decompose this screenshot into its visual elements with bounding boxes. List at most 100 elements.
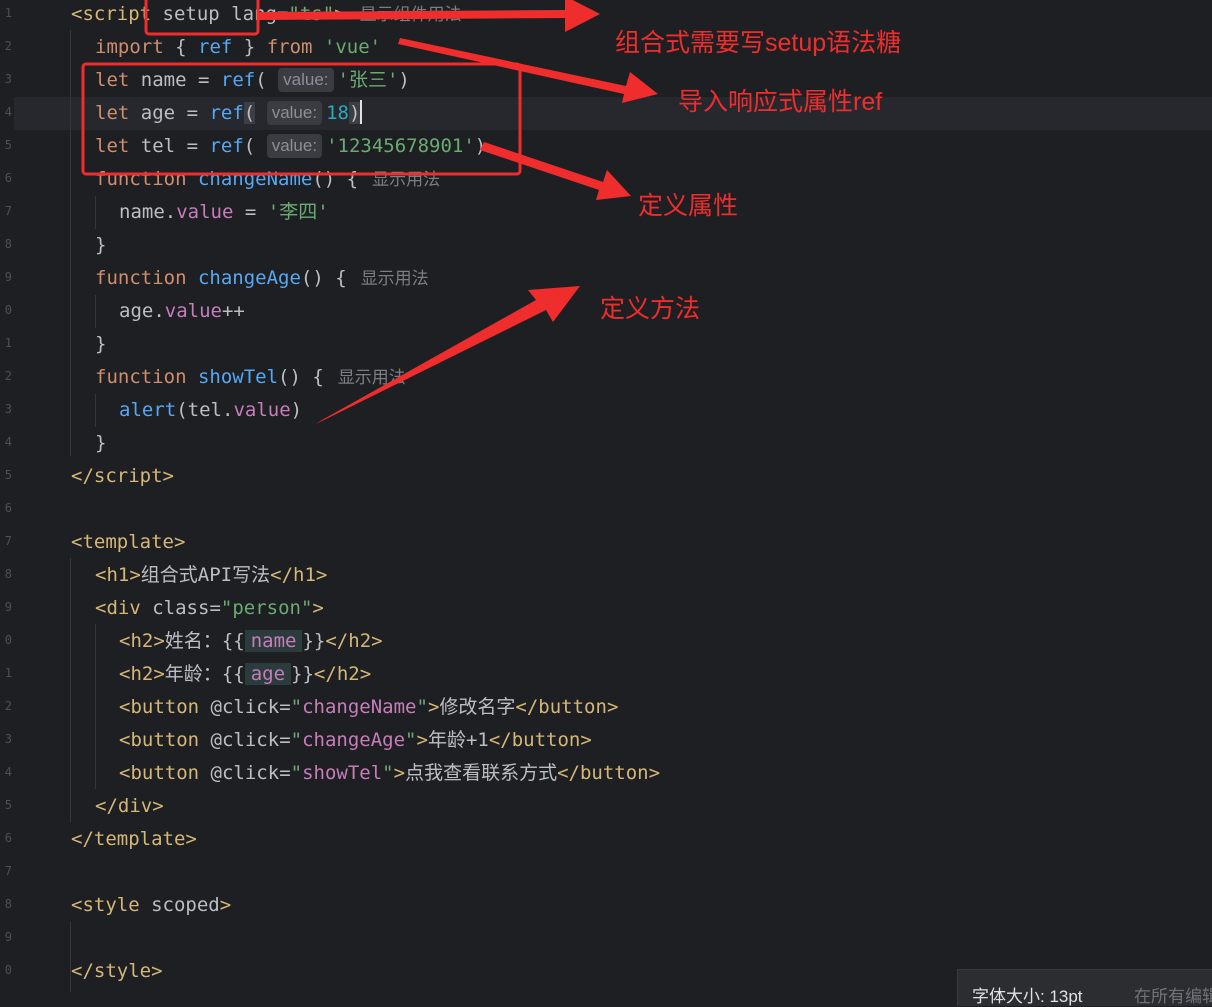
tag-bracket: </ xyxy=(488,729,512,751)
tag-bracket: </ xyxy=(95,795,118,817)
mustache-close: }} xyxy=(302,630,326,652)
variable-name: tel xyxy=(187,399,222,421)
variable-name: age xyxy=(140,102,176,124)
code-line-fn-show-tel[interactable]: function showTel() {显示用法 xyxy=(95,361,406,394)
code-line-fn-change-name[interactable]: function changeName() {显示用法 xyxy=(95,163,440,196)
code-line-script-open[interactable]: <script setup lang="ts"> 显示组件用法 xyxy=(71,0,462,31)
tag-bracket: </ xyxy=(71,465,94,487)
string-literal: '张三' xyxy=(337,69,399,91)
code-line-h2-age[interactable]: <h2>年龄：{{age}}</h2> xyxy=(119,658,371,691)
line-number: 3 xyxy=(4,72,12,86)
tag-bracket: > xyxy=(393,762,406,784)
code-line-close-brace[interactable]: } xyxy=(95,229,106,262)
apply-all-editors-link[interactable]: 在所有编辑 xyxy=(1134,982,1212,1007)
line-number: 8 xyxy=(4,237,12,251)
line-number: 5 xyxy=(4,468,12,482)
code-line-div-open[interactable]: <div class="person"> xyxy=(95,592,324,625)
usage-hint[interactable]: 显示用法 xyxy=(338,368,406,387)
code-line-close-brace[interactable]: } xyxy=(95,427,106,460)
code-line-alert[interactable]: alert(tel.value) xyxy=(119,394,302,427)
text-caret xyxy=(360,100,363,124)
indent-guide xyxy=(95,295,96,328)
line-number: 4 xyxy=(4,435,12,449)
code-line-template-open[interactable]: <template> xyxy=(71,526,185,559)
equals-sign: = xyxy=(186,135,199,157)
annotation-setup: 组合式需要写setup语法糖 xyxy=(615,29,902,57)
indent-guide xyxy=(95,394,96,427)
function-name: changeAge xyxy=(197,267,301,289)
event-attribute: @click xyxy=(210,762,280,784)
code-line-fn-change-age[interactable]: function changeAge() {显示用法 xyxy=(95,262,429,295)
quote: " xyxy=(416,696,428,718)
quote: " xyxy=(382,762,394,784)
tag-name: script xyxy=(93,465,163,487)
equals-sign: = xyxy=(276,3,289,25)
code-line-import[interactable]: import { ref } from 'vue' xyxy=(95,31,381,64)
annotation-props: 定义属性 xyxy=(638,192,739,220)
function-signature: () { xyxy=(300,267,347,289)
tag-bracket: </ xyxy=(313,663,337,685)
line-number: 6 xyxy=(4,831,12,845)
operator: ++ xyxy=(221,300,245,322)
code-line-button-change-name[interactable]: <button @click="changeName">修改名字</button… xyxy=(119,691,618,724)
usage-hint[interactable]: 显示用法 xyxy=(372,170,440,189)
code-line-style-open[interactable]: <style scoped> xyxy=(71,889,231,922)
tag-name: style xyxy=(82,894,140,916)
code-line-h2-name[interactable]: <h2>姓名：{{name}}</h2> xyxy=(119,625,383,658)
code-line-let-age[interactable]: let age = ref( value: 18) xyxy=(95,97,363,130)
module-string: 'vue' xyxy=(323,36,382,58)
line-number: 1 xyxy=(4,336,12,350)
code-line-div-close[interactable]: </div> xyxy=(95,790,164,823)
brace: } xyxy=(95,432,107,454)
tag-name: button xyxy=(130,696,200,718)
text-content: 组合式API写法 xyxy=(140,564,271,586)
tag-bracket: </ xyxy=(325,630,349,652)
paren: ) xyxy=(474,135,487,157)
code-line-let-tel[interactable]: let tel = ref( value: '12345678901') xyxy=(95,130,486,163)
brace: } xyxy=(243,36,256,58)
tag-bracket: < xyxy=(71,531,83,553)
line-number: 4 xyxy=(4,105,12,119)
code-line-close-brace[interactable]: } xyxy=(95,328,106,361)
line-number: 7 xyxy=(4,204,12,218)
line-number-gutter: 1 2 3 4 5 6 7 8 9 0 1 2 3 4 5 6 7 8 9 0 … xyxy=(0,0,14,1005)
tag-name: template xyxy=(93,828,186,850)
equals-sign: = xyxy=(198,69,210,91)
code-line-script-close[interactable]: </script> xyxy=(71,460,174,493)
tag-bracket: </ xyxy=(71,960,94,982)
event-handler: changeAge xyxy=(302,729,406,751)
attribute-name: class xyxy=(152,597,210,619)
code-line-button-show-tel[interactable]: <button @click="showTel">点我查看联系方式</butto… xyxy=(119,757,660,790)
code-line-let-name[interactable]: let name = ref( value: '张三') xyxy=(95,64,410,97)
usage-hint[interactable]: 显示用法 xyxy=(361,269,429,288)
tag-bracket: > xyxy=(153,630,165,652)
property-name: value xyxy=(176,201,234,223)
code-line-assign-name[interactable]: name.value = '李四' xyxy=(119,196,329,229)
tag-name: h2 xyxy=(130,630,154,652)
attribute-name: scoped xyxy=(151,894,220,916)
code-editor[interactable]: 1 2 3 4 5 6 7 8 9 0 1 2 3 4 5 6 7 8 9 0 … xyxy=(0,0,1212,1005)
code-line-increment-age[interactable]: age.value++ xyxy=(119,295,245,328)
dot: . xyxy=(153,300,165,322)
code-line-template-close[interactable]: </template> xyxy=(71,823,197,856)
code-line-style-close[interactable]: </style> xyxy=(71,955,163,988)
usage-hint[interactable]: 显示组件用法 xyxy=(360,5,462,24)
brace: } xyxy=(95,333,107,355)
indent-guide xyxy=(95,196,96,229)
code-line-h1[interactable]: <h1>组合式API写法</h1> xyxy=(95,559,327,592)
tag-name: button xyxy=(511,729,581,751)
tag-name: h1 xyxy=(106,564,130,586)
tag-name: button xyxy=(130,729,200,751)
matched-paren: ) xyxy=(348,102,361,124)
quote: " xyxy=(290,762,303,784)
tag-bracket: < xyxy=(119,762,131,784)
quote: " xyxy=(290,729,303,751)
code-line-button-change-age[interactable]: <button @click="changeAge">年龄+1</button> xyxy=(119,724,592,757)
keyword: function xyxy=(95,366,187,388)
mustache-open: {{ xyxy=(221,663,245,685)
tag-bracket: < xyxy=(71,3,83,25)
string-literal: '12345678901' xyxy=(326,135,475,157)
tag-name: h2 xyxy=(130,663,154,685)
indent-guide xyxy=(95,624,96,789)
line-number: 9 xyxy=(4,600,12,614)
